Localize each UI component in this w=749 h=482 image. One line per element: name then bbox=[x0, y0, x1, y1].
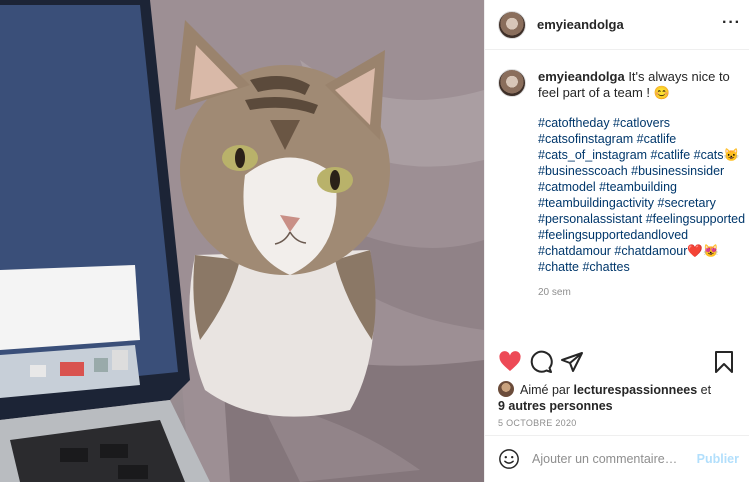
comment-icon[interactable] bbox=[529, 350, 553, 374]
hashtag-line[interactable]: #personalassistant #feelingsupported bbox=[538, 211, 745, 227]
comment-bar: Publier bbox=[485, 435, 749, 482]
caption-username[interactable]: emyieandolga bbox=[538, 69, 625, 84]
likes-others[interactable]: 9 autres personnes bbox=[498, 399, 613, 413]
hashtag-line[interactable]: #businesscoach #businessinsider bbox=[538, 163, 743, 179]
caption-area: emyieandolga It's always nice to feel pa… bbox=[485, 50, 749, 350]
author-username[interactable]: emyieandolga bbox=[537, 17, 624, 32]
caption-text: emyieandolga It's always nice to feel pa… bbox=[538, 69, 743, 101]
post-header: emyieandolga ··· bbox=[485, 0, 749, 50]
hashtags: #catoftheday #catlovers #catsofinstagram… bbox=[538, 115, 745, 275]
hashtag-line[interactable]: #teambuildingactivity #secretary bbox=[538, 195, 743, 211]
hashtag-line[interactable]: #cats_of_instagram #catlife #cats😺 bbox=[538, 147, 743, 163]
caption-row: emyieandolga It's always nice to feel pa… bbox=[498, 69, 745, 301]
likes-summary: Aimé par lecturespassionnees et 9 autres… bbox=[498, 381, 739, 414]
hashtag-line[interactable]: #chatte #chattes bbox=[538, 259, 743, 275]
likes-prefix: Aimé par bbox=[520, 383, 574, 397]
hashtag-line[interactable]: #chatdamour #chatdamour❤️😻 bbox=[538, 243, 743, 259]
publish-button[interactable]: Publier bbox=[697, 452, 739, 466]
caption-body: emyieandolga It's always nice to feel pa… bbox=[538, 69, 745, 301]
post-photo[interactable] bbox=[0, 0, 484, 482]
bookmark-icon[interactable] bbox=[712, 350, 736, 374]
hashtag-line[interactable]: #catsofinstagram #catlife bbox=[538, 131, 743, 147]
caption-avatar[interactable] bbox=[498, 69, 526, 97]
hashtag-line[interactable]: #catmodel #teambuilding bbox=[538, 179, 743, 195]
emoji-icon[interactable] bbox=[498, 448, 520, 470]
action-bar bbox=[498, 350, 736, 378]
hashtag-line[interactable]: #feelingsupportedandloved bbox=[538, 227, 743, 243]
heart-icon[interactable] bbox=[498, 350, 522, 374]
likes-joiner: et bbox=[697, 383, 712, 397]
post-side-panel: emyieandolga ··· emyieandolga It's alway… bbox=[484, 0, 749, 482]
post-date[interactable]: 5 OCTOBRE 2020 bbox=[498, 418, 577, 428]
share-icon[interactable] bbox=[560, 350, 584, 374]
liker-username[interactable]: lecturespassionnees bbox=[574, 383, 698, 397]
cat-photo-illustration bbox=[0, 0, 484, 482]
comment-input[interactable] bbox=[530, 451, 697, 467]
author-avatar[interactable] bbox=[498, 10, 526, 39]
hashtag-line[interactable]: #catoftheday #catlovers bbox=[538, 115, 743, 131]
caption-age[interactable]: 20 sem bbox=[538, 285, 743, 301]
liker-avatar[interactable] bbox=[498, 381, 514, 397]
more-options-icon[interactable]: ··· bbox=[722, 14, 741, 32]
